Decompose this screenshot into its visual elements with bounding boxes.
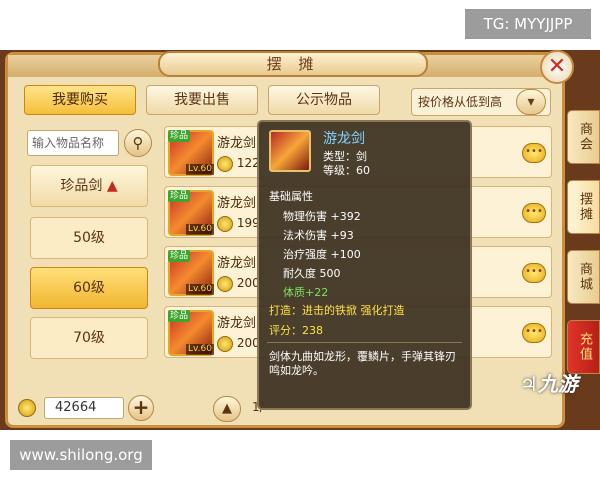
- side-tab-guild-shop[interactable]: 商会: [567, 110, 600, 164]
- chat-icon[interactable]: •••: [522, 263, 546, 283]
- item-price: 199: [217, 214, 260, 232]
- level-badge: Lv.60: [186, 224, 214, 235]
- chevron-up-icon: ▲: [106, 178, 118, 194]
- tooltip-stat: 法术伤害 +93: [283, 229, 354, 242]
- tooltip-bonus: 体质+22: [283, 286, 329, 299]
- search-input[interactable]: 输入物品名称: [27, 130, 119, 156]
- search-icon[interactable]: ⚲: [124, 129, 152, 157]
- add-money-button[interactable]: +: [128, 395, 154, 421]
- item-name: 游龙剑: [217, 316, 257, 331]
- side-tab-stall[interactable]: 摆摊: [567, 180, 600, 234]
- category-list: 珍品剑 ▲ 50级 60级 70级: [24, 165, 152, 393]
- coin-icon: [217, 215, 233, 232]
- tooltip-score: 评分：238: [269, 324, 323, 337]
- item-name: 游龙剑: [217, 196, 257, 211]
- tooltip-description: 剑体九曲如龙形，覆鳞片，手弹其锋刃鸣如龙吟。: [269, 350, 456, 377]
- chevron-down-icon[interactable]: ▾: [516, 89, 546, 115]
- rarity-badge: 珍品: [168, 310, 191, 322]
- level-badge: Lv.60: [186, 284, 214, 295]
- rarity-badge: 珍品: [168, 190, 191, 202]
- sword-icon: 珍品 Lv.60: [168, 190, 214, 236]
- tooltip-level: 等级：60: [323, 164, 370, 177]
- money-bar: 42664 +: [18, 395, 154, 421]
- item-name: 游龙剑: [217, 136, 257, 151]
- coin-icon: [217, 275, 233, 292]
- sword-icon: 珍品 Lv.60: [168, 310, 214, 356]
- coin-icon: [217, 335, 233, 352]
- chat-icon[interactable]: •••: [522, 323, 546, 343]
- item-price: 122: [217, 154, 260, 172]
- sort-label: 按价格从低到高: [418, 95, 503, 109]
- rarity-badge: 珍品: [168, 250, 191, 262]
- tooltip-item-name: 游龙剑: [323, 131, 365, 147]
- category-item-70[interactable]: 70级: [30, 317, 148, 359]
- item-price: 200: [217, 334, 260, 352]
- money-value: 42664: [44, 397, 124, 419]
- category-header[interactable]: 珍品剑 ▲: [30, 165, 148, 207]
- tab-sell[interactable]: 我要出售: [146, 85, 258, 115]
- logo-mark-icon: ♃: [520, 372, 538, 396]
- tooltip-section-title: 基础属性: [269, 190, 313, 203]
- tooltip-divider: [267, 342, 462, 343]
- sword-icon: 珍品 Lv.60: [168, 250, 214, 296]
- coin-icon: [217, 155, 233, 172]
- watermark-logo: ♃九游: [520, 368, 578, 397]
- page-up-button[interactable]: ▲: [213, 396, 241, 422]
- watermark-bottom: www.shilong.org: [10, 440, 152, 470]
- close-button[interactable]: ✕: [540, 50, 574, 84]
- sword-icon: 珍品 Lv.60: [168, 130, 214, 176]
- panel-title: 摆 摊: [158, 51, 428, 77]
- tooltip-stat: 治疗强度 +100: [283, 248, 361, 261]
- category-item-50[interactable]: 50级: [30, 217, 148, 259]
- tooltip-stat: 物理伤害 +392: [283, 210, 361, 223]
- tooltip-stat: 耐久度 500: [283, 267, 341, 280]
- sword-icon: [269, 130, 311, 172]
- level-badge: Lv.60: [186, 164, 214, 175]
- chat-icon[interactable]: •••: [522, 143, 546, 163]
- game-screen: 摆 摊 我要购买 我要出售 公示物品 按价格从低到高 ▾ 输入物品名称 ⚲ 珍品…: [0, 50, 600, 430]
- item-tooltip: 游龙剑 类型：剑 等级：60 基础属性 物理伤害 +392 法术伤害 +93 治…: [257, 120, 472, 410]
- coin-icon: [18, 399, 36, 417]
- chat-icon[interactable]: •••: [522, 203, 546, 223]
- rarity-badge: 珍品: [168, 130, 191, 142]
- watermark-top: TG: MYYJJPP: [465, 9, 591, 39]
- category-header-label: 珍品剑: [60, 178, 103, 194]
- tab-public-items[interactable]: 公示物品: [268, 85, 380, 115]
- tab-buy[interactable]: 我要购买: [24, 85, 136, 115]
- side-tab-recharge[interactable]: 充值: [567, 320, 600, 374]
- tooltip-forge: 打造：进击的铁掀 强化打造: [269, 304, 405, 317]
- category-item-60[interactable]: 60级: [30, 267, 148, 309]
- level-badge: Lv.60: [186, 344, 214, 355]
- item-price: 200: [217, 274, 260, 292]
- item-name: 游龙剑: [217, 256, 257, 271]
- logo-text: 九游: [537, 372, 578, 396]
- side-tab-mall[interactable]: 商城: [567, 250, 600, 304]
